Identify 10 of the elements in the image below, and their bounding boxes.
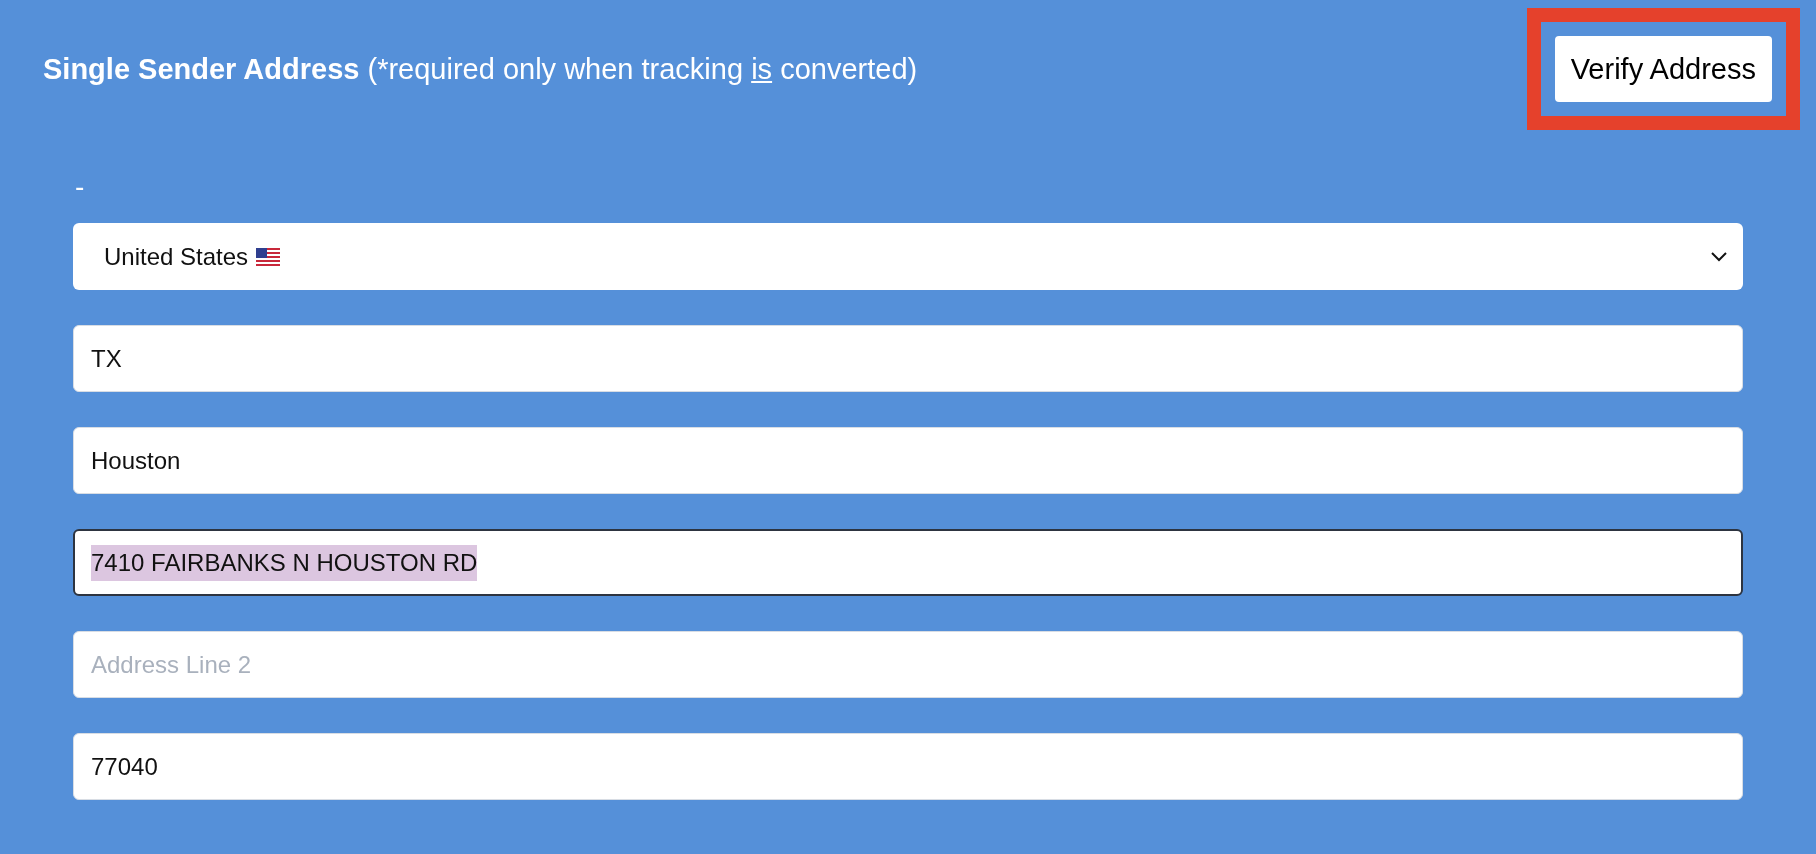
section-title: Single Sender Address (*required only when tracking is converted) bbox=[43, 52, 918, 86]
flag-icon bbox=[256, 247, 281, 266]
input-field[interactable]: 77040 bbox=[73, 733, 1743, 800]
input-field[interactable]: Houston bbox=[73, 427, 1743, 494]
verify-address-button[interactable]: Verify Address bbox=[1554, 36, 1772, 102]
country-select[interactable]: United States bbox=[73, 223, 1743, 290]
chevron-down-icon bbox=[1711, 251, 1727, 262]
dash-label: - bbox=[75, 174, 86, 200]
input-field[interactable]: 7410 FAIRBANKS N HOUSTON RD bbox=[73, 529, 1743, 596]
input-field[interactable]: TX bbox=[73, 325, 1743, 392]
